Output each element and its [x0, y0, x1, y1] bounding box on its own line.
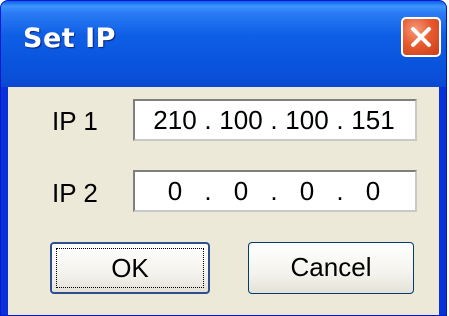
- ip1-address-field[interactable]: 210 . 100 . 100 . 151: [133, 99, 417, 141]
- ip2-address-field[interactable]: 0 . 0 . 0 . 0: [133, 170, 417, 212]
- ip2-octet-1[interactable]: 0: [147, 176, 203, 207]
- ip1-separator-2: .: [270, 105, 278, 135]
- ip2-octet-2[interactable]: 0: [213, 176, 269, 207]
- ip2-label: IP 2: [52, 178, 98, 208]
- close-button[interactable]: [401, 17, 441, 57]
- ip2-separator-2: .: [270, 176, 278, 206]
- ip2-octet-3[interactable]: 0: [279, 176, 335, 207]
- ip1-octet-4[interactable]: 151: [345, 105, 401, 136]
- set-ip-dialog: Set IP IP 1 210 . 100 . 100 . 151 IP 2 0…: [0, 0, 447, 316]
- cancel-button[interactable]: Cancel: [248, 242, 414, 294]
- title-bar[interactable]: Set IP: [1, 1, 446, 87]
- ip1-label: IP 1: [52, 106, 98, 136]
- ok-button-label: OK: [111, 253, 149, 283]
- ip1-octet-3[interactable]: 100: [279, 105, 335, 136]
- cancel-button-label: Cancel: [290, 252, 372, 282]
- ip2-octet-4[interactable]: 0: [345, 176, 401, 207]
- ip1-separator-1: .: [204, 105, 212, 135]
- ip1-separator-3: .: [336, 105, 344, 135]
- close-icon: [411, 27, 431, 47]
- ok-button[interactable]: OK: [50, 242, 210, 294]
- dialog-body: IP 1 210 . 100 . 100 . 151 IP 2 0 . 0 . …: [8, 87, 439, 315]
- ip2-separator-1: .: [204, 176, 212, 206]
- ip1-octet-1[interactable]: 210: [147, 105, 203, 136]
- window-title: Set IP: [23, 23, 116, 54]
- ip2-separator-3: .: [336, 176, 344, 206]
- ip1-octet-2[interactable]: 100: [213, 105, 269, 136]
